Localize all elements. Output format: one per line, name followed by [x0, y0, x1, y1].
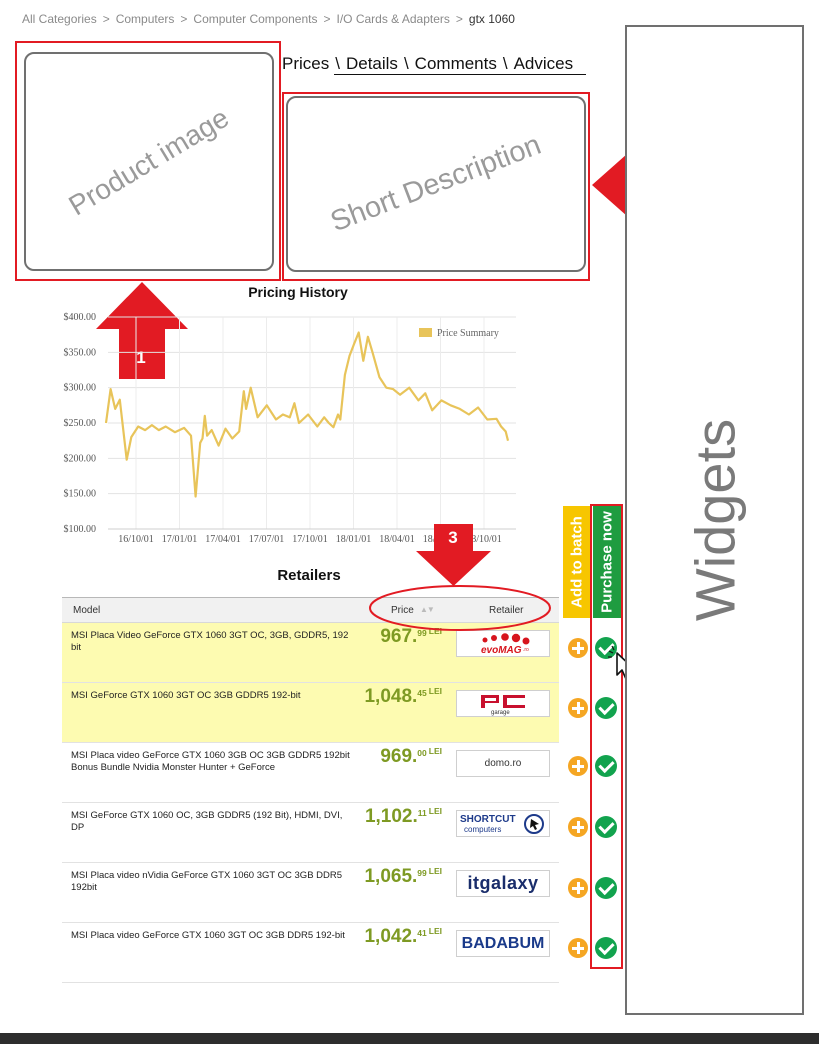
product-price: 1,048.45 LEI [364, 686, 442, 707]
svg-text:computers: computers [464, 825, 501, 834]
price-column-highlight [369, 585, 551, 631]
x-tick-label: 18/04/01 [379, 534, 415, 545]
tab-comments[interactable]: Comments [413, 54, 499, 74]
breadcrumb-link-io-cards[interactable]: I/O Cards & Adapters [337, 12, 450, 26]
tab-prices[interactable]: Prices [280, 54, 331, 74]
breadcrumb-link-computer-components[interactable]: Computer Components [193, 12, 317, 26]
retailer-logo-pcgarage[interactable]: garage [456, 690, 550, 717]
breadcrumb-separator: > [180, 12, 188, 26]
table-row[interactable]: MSI Placa video nVidia GeForce GTX 1060 … [62, 863, 559, 923]
x-tick-label: 18/01/01 [336, 534, 372, 545]
x-tick-label: 17/04/01 [205, 534, 241, 545]
evomag-logo-icon: evoMAG .ro [481, 632, 530, 655]
svg-text:.ro: .ro [523, 647, 529, 653]
retailer-logo-evomag[interactable]: evoMAG .ro [456, 630, 550, 657]
annotation-number-3: 3 [448, 528, 458, 547]
retailers-title: Retailers [277, 567, 341, 584]
y-tick-label: $400.00 [64, 312, 97, 323]
add-to-batch-icon[interactable] [568, 817, 588, 837]
product-image-label: Product image [63, 101, 235, 221]
product-price: 1,065.99 LEI [364, 866, 442, 887]
add-to-batch-icon[interactable] [568, 698, 588, 718]
pricing-history-chart: $100.00 $150.00 $200.00 $250.00 $300.00 $350.… [64, 312, 516, 545]
legend-swatch [419, 328, 432, 337]
x-tick-label: 17/07/01 [249, 534, 285, 545]
product-image-placeholder: Product image [24, 52, 274, 271]
svg-text:evoMAG: evoMAG [481, 645, 522, 655]
add-to-batch-icon[interactable] [568, 638, 588, 658]
y-tick-label: $300.00 [64, 383, 97, 394]
retailer-name: domo.ro [484, 758, 522, 769]
product-price: 1,102.11 LEI [364, 806, 442, 827]
retailers-table: Model Price ▲▼ Retailer MSI Placa Video … [62, 597, 559, 983]
purchase-column-highlight [590, 504, 623, 969]
breadcrumb-separator: > [102, 12, 110, 26]
breadcrumb-current: gtx 1060 [468, 12, 515, 26]
price-summary-line [104, 331, 510, 498]
svg-text:SHORTCUT: SHORTCUT [460, 814, 516, 825]
product-price: 1,042.41 LEI [364, 926, 442, 947]
retailer-name: BADABUM [461, 934, 545, 952]
retailer-logo-badabum[interactable]: BADABUM [456, 930, 550, 957]
short-description-label: Short Description [326, 128, 546, 239]
product-model[interactable]: MSI GeForce GTX 1060 OC, 3GB GDDR5 (192 … [71, 810, 353, 834]
y-tick-label: $100.00 [64, 524, 97, 535]
purchase-now-icon[interactable] [595, 755, 617, 777]
chart-title: Pricing History [248, 284, 348, 300]
purchase-now-icon[interactable] [595, 697, 617, 719]
product-model[interactable]: MSI Placa Video GeForce GTX 1060 3GT OC,… [71, 630, 353, 654]
y-tick-label: $350.00 [64, 347, 97, 358]
purchase-now-icon[interactable] [595, 877, 617, 899]
x-tick-label: 17/10/01 [292, 534, 328, 545]
y-tick-label: $150.00 [64, 489, 97, 500]
footer-bar [0, 1033, 819, 1044]
column-header-model[interactable]: Model [73, 605, 100, 616]
x-tick-label: 16/10/01 [118, 534, 154, 545]
tabs-underline [334, 74, 586, 75]
legend-label: Price Summary [437, 328, 499, 339]
widgets-placeholder: Widgets [625, 25, 804, 1015]
add-to-batch-icon[interactable] [568, 938, 588, 958]
tab-advices[interactable]: Advices [512, 54, 576, 74]
breadcrumb-separator: > [455, 12, 463, 26]
table-row[interactable]: MSI GeForce GTX 1060 3GT OC 3GB GDDR5 19… [62, 683, 559, 743]
breadcrumb-separator: > [323, 12, 331, 26]
add-to-batch-label: Add to batch [568, 516, 586, 608]
svg-text:garage: garage [491, 710, 510, 716]
product-tabs: Prices \ Details \ Comments \ Advices [280, 54, 575, 74]
add-to-batch-icon[interactable] [568, 878, 588, 898]
tab-separator: \ [403, 54, 409, 73]
table-row[interactable]: MSI Placa Video GeForce GTX 1060 3GT OC,… [62, 623, 559, 683]
pcgarage-logo-icon: garage [481, 694, 525, 716]
breadcrumb-link-all-categories[interactable]: All Categories [22, 12, 97, 26]
short-description-placeholder: Short Description [286, 96, 586, 272]
product-price: 969.00 LEI [380, 746, 442, 767]
y-tick-label: $200.00 [64, 453, 97, 464]
table-row[interactable]: MSI Placa video GeForce GTX 1060 3GB OC … [62, 743, 559, 803]
breadcrumb: All Categories > Computers > Computer Compon… [22, 12, 515, 26]
tab-separator: \ [502, 54, 508, 73]
retailer-logo-itgalaxy[interactable]: itgalaxy [456, 870, 550, 897]
tab-separator: \ [335, 54, 340, 73]
product-model[interactable]: MSI Placa video nVidia GeForce GTX 1060 … [71, 870, 353, 894]
breadcrumb-link-computers[interactable]: Computers [116, 12, 175, 26]
product-model[interactable]: MSI Placa video GeForce GTX 1060 3GB OC … [71, 750, 353, 774]
table-row[interactable]: MSI GeForce GTX 1060 OC, 3GB GDDR5 (192 … [62, 803, 559, 863]
purchase-now-icon[interactable] [595, 816, 617, 838]
widgets-label: Widgets [683, 418, 746, 622]
add-to-batch-button[interactable]: Add to batch [563, 506, 591, 618]
table-row[interactable]: MSI Placa video GeForce GTX 1060 3GT OC … [62, 923, 559, 983]
shortcut-logo-icon: SHORTCUT computers [460, 814, 544, 834]
x-tick-label: 17/01/01 [162, 534, 198, 545]
product-model[interactable]: MSI GeForce GTX 1060 3GT OC 3GB GDDR5 19… [71, 690, 353, 702]
tab-details[interactable]: Details [344, 54, 400, 74]
product-model[interactable]: MSI Placa video GeForce GTX 1060 3GT OC … [71, 930, 353, 942]
y-tick-label: $250.00 [64, 418, 97, 429]
retailer-name: itgalaxy [467, 873, 539, 893]
add-to-batch-icon[interactable] [568, 756, 588, 776]
retailer-logo-shortcut[interactable]: SHORTCUT computers [456, 810, 550, 837]
purchase-now-icon[interactable] [595, 937, 617, 959]
retailer-logo-domo[interactable]: domo.ro [456, 750, 550, 777]
